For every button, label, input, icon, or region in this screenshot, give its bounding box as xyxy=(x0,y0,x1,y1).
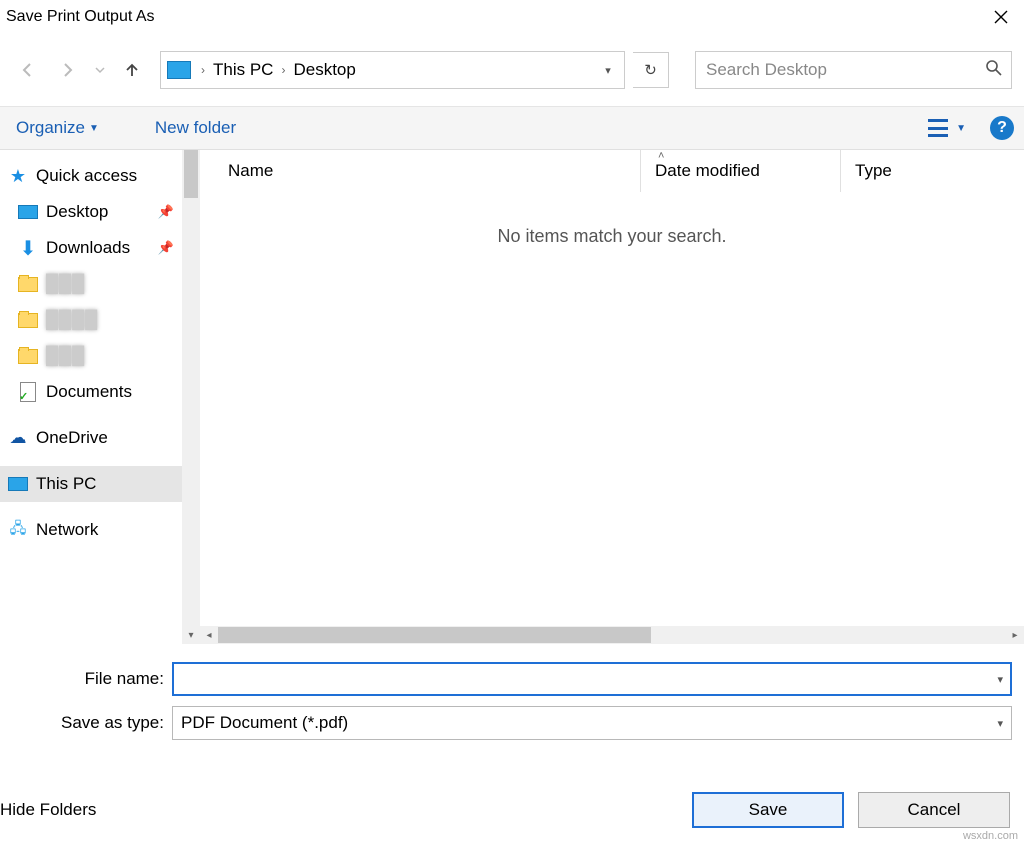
download-icon: ⬇ xyxy=(18,239,38,257)
column-type[interactable]: Type xyxy=(840,150,1024,192)
tree-quick-access[interactable]: ★ Quick access xyxy=(0,158,200,194)
scroll-right-icon[interactable]: ▸ xyxy=(1006,626,1024,644)
search-box[interactable] xyxy=(695,51,1012,89)
search-input[interactable] xyxy=(704,59,985,81)
footer: Hide Folders Save Cancel xyxy=(0,782,1024,844)
back-button[interactable] xyxy=(12,54,44,86)
tree-label: This PC xyxy=(36,474,96,494)
pin-icon: 📌 xyxy=(158,204,174,220)
up-button[interactable] xyxy=(116,54,148,86)
chevron-down-icon: ▼ xyxy=(89,123,99,134)
tree-label-redacted: ████ xyxy=(46,310,98,330)
new-folder-label: New folder xyxy=(155,118,236,138)
tree-downloads[interactable]: ⬇ Downloads 📌 xyxy=(0,230,200,266)
forward-button[interactable] xyxy=(52,54,84,86)
toolbar: Organize ▼ New folder ▼ ? xyxy=(0,106,1024,150)
network-icon: 🖧 xyxy=(8,521,28,539)
tree-label: OneDrive xyxy=(36,428,108,448)
new-folder-button[interactable]: New folder xyxy=(149,114,242,142)
chevron-right-icon[interactable]: › xyxy=(197,63,209,77)
tree-label: Desktop xyxy=(46,202,108,222)
body: ★ Quick access Desktop 📌 ⬇ Downloads 📌 █… xyxy=(0,150,1024,644)
address-dropdown[interactable]: ▾ xyxy=(596,52,620,88)
savetype-field[interactable]: PDF Document (*.pdf) ▾ xyxy=(172,706,1012,740)
save-form: File name: ▾ Save as type: PDF Document … xyxy=(0,644,1024,740)
cancel-button[interactable]: Cancel xyxy=(858,792,1010,828)
scroll-left-icon[interactable]: ◂ xyxy=(200,626,218,644)
chevron-down-icon[interactable]: ▾ xyxy=(997,717,1003,730)
watermark: wsxdn.com xyxy=(963,830,1018,842)
documents-icon xyxy=(20,382,36,402)
folder-icon xyxy=(18,349,38,364)
filename-field[interactable]: ▾ xyxy=(172,662,1012,696)
chevron-down-icon[interactable]: ▾ xyxy=(997,673,1003,686)
tree-label: Documents xyxy=(46,382,132,402)
tree-folder-2[interactable]: ████ xyxy=(0,302,200,338)
tree-network[interactable]: 🖧 Network xyxy=(0,512,200,548)
nav-tree: ★ Quick access Desktop 📌 ⬇ Downloads 📌 █… xyxy=(0,150,200,548)
nav-row: › This PC › Desktop ▾ ↻ xyxy=(0,42,1024,98)
file-list: ˄ Name Date modified Type No items match… xyxy=(200,150,1024,644)
close-button[interactable] xyxy=(978,0,1024,34)
filename-input[interactable] xyxy=(181,668,1003,690)
tree-desktop[interactable]: Desktop 📌 xyxy=(0,194,200,230)
organize-button[interactable]: Organize ▼ xyxy=(10,114,105,142)
pc-icon xyxy=(167,61,191,79)
horizontal-scrollbar[interactable]: ◂ ▸ xyxy=(200,626,1024,644)
empty-message: No items match your search. xyxy=(200,226,1024,247)
refresh-button[interactable]: ↻ xyxy=(633,52,669,88)
title-bar: Save Print Output As xyxy=(0,0,1024,34)
chevron-right-icon[interactable]: › xyxy=(277,63,289,77)
pc-icon xyxy=(8,477,28,491)
column-date[interactable]: Date modified xyxy=(640,150,840,192)
scrollbar-thumb[interactable] xyxy=(184,150,198,198)
desktop-icon xyxy=(18,205,38,219)
tree-label: Network xyxy=(36,520,98,540)
savetype-label: Save as type: xyxy=(12,713,172,733)
column-name[interactable]: Name xyxy=(200,150,640,192)
folder-icon xyxy=(18,313,38,328)
sidebar: ★ Quick access Desktop 📌 ⬇ Downloads 📌 █… xyxy=(0,150,200,644)
tree-folder-3[interactable]: ███ xyxy=(0,338,200,374)
savetype-value: PDF Document (*.pdf) xyxy=(181,713,348,733)
tree-onedrive[interactable]: ☁ OneDrive xyxy=(0,420,200,456)
organize-label: Organize xyxy=(16,118,85,138)
tree-label-redacted: ███ xyxy=(46,274,85,294)
scrollbar-thumb[interactable] xyxy=(218,627,651,643)
crumb-desktop[interactable]: Desktop xyxy=(289,60,359,80)
recent-dropdown[interactable] xyxy=(92,54,108,86)
crumb-this-pc[interactable]: This PC xyxy=(209,60,277,80)
scroll-down-icon[interactable]: ▾ xyxy=(182,626,200,644)
tree-label-redacted: ███ xyxy=(46,346,85,366)
filename-label: File name: xyxy=(12,669,172,689)
pin-icon: 📌 xyxy=(158,240,174,256)
view-button[interactable]: ▼ xyxy=(922,115,972,141)
tree-documents[interactable]: Documents xyxy=(0,374,200,410)
view-icon xyxy=(928,119,948,137)
tree-this-pc[interactable]: This PC xyxy=(0,466,200,502)
chevron-down-icon: ▼ xyxy=(956,123,966,134)
window-title: Save Print Output As xyxy=(6,8,155,26)
cloud-icon: ☁ xyxy=(8,429,28,447)
folder-icon xyxy=(18,277,38,292)
tree-label: Quick access xyxy=(36,166,137,186)
tree-label: Downloads xyxy=(46,238,130,258)
column-headers: ˄ Name Date modified Type xyxy=(200,150,1024,192)
save-button[interactable]: Save xyxy=(692,792,844,828)
tree-folder-1[interactable]: ███ xyxy=(0,266,200,302)
hide-folders-button[interactable]: Hide Folders xyxy=(0,800,96,820)
sidebar-scrollbar[interactable]: ▾ xyxy=(182,150,200,644)
address-bar[interactable]: › This PC › Desktop ▾ xyxy=(160,51,625,89)
search-icon[interactable] xyxy=(985,59,1003,82)
help-button[interactable]: ? xyxy=(990,116,1014,140)
sort-indicator-icon: ˄ xyxy=(658,150,664,162)
star-icon: ★ xyxy=(8,167,28,185)
